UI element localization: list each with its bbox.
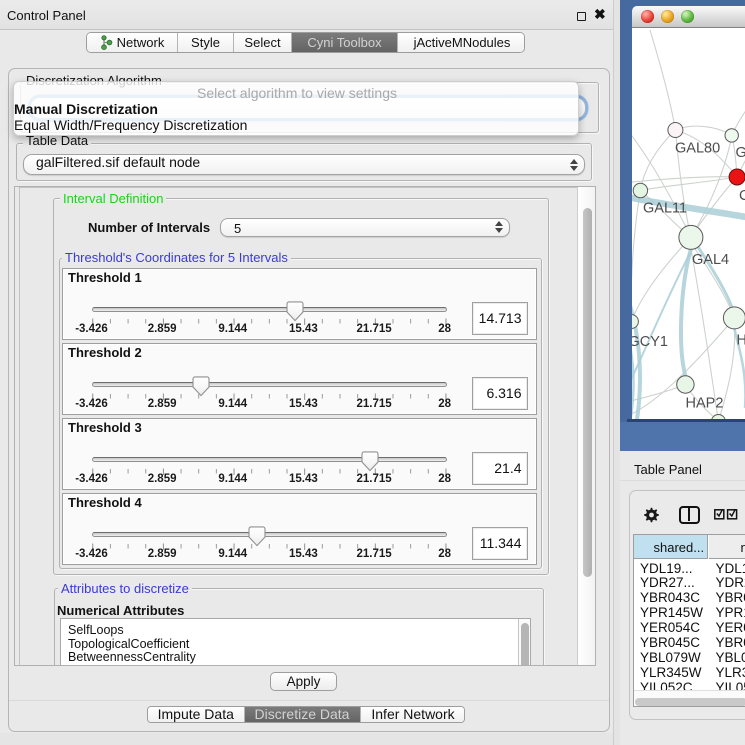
svg-text:GAL11: GAL11: [643, 200, 687, 216]
svg-text:GAL2: GAL2: [735, 145, 745, 161]
svg-text:GAL80: GAL80: [675, 140, 720, 156]
svg-text:HIS4: HIS4: [736, 332, 745, 348]
svg-text:GAL4: GAL4: [692, 252, 729, 268]
svg-text:CDC: CDC: [739, 188, 745, 204]
svg-text:GCY1: GCY1: [632, 334, 668, 350]
svg-text:HAP2: HAP2: [685, 395, 723, 411]
